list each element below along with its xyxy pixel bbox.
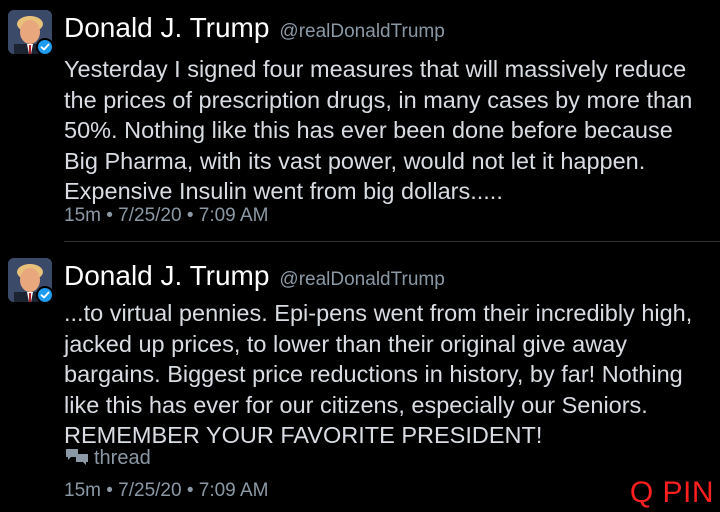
handle[interactable]: @realDonaldTrump	[279, 269, 444, 290]
tweet-text: Yesterday I signed four measures that wi…	[64, 56, 693, 205]
display-name[interactable]: Donald J. Trump	[64, 12, 269, 43]
tweet-text: ...to virtual pennies. Epi-pens went fro…	[64, 300, 693, 449]
tweet-header: Donald J. Trump @realDonaldTrump	[64, 12, 445, 44]
watermark: Q PIN	[629, 476, 714, 509]
tweet-timestamp: 15m • 7/25/20 • 7:09 AM	[64, 480, 269, 501]
handle[interactable]: @realDonaldTrump	[279, 21, 444, 42]
conversation-bubbles-icon	[66, 449, 88, 465]
divider	[64, 241, 720, 242]
tweet-timestamp: 15m • 7/25/20 • 7:09 AM	[64, 205, 269, 226]
tweet-header: Donald J. Trump @realDonaldTrump	[64, 260, 445, 292]
verified-badge-icon	[36, 38, 54, 56]
thread-link[interactable]: thread	[64, 447, 151, 470]
verified-badge-icon	[36, 286, 54, 304]
thread-label[interactable]: thread	[94, 447, 151, 469]
display-name[interactable]: Donald J. Trump	[64, 260, 269, 291]
